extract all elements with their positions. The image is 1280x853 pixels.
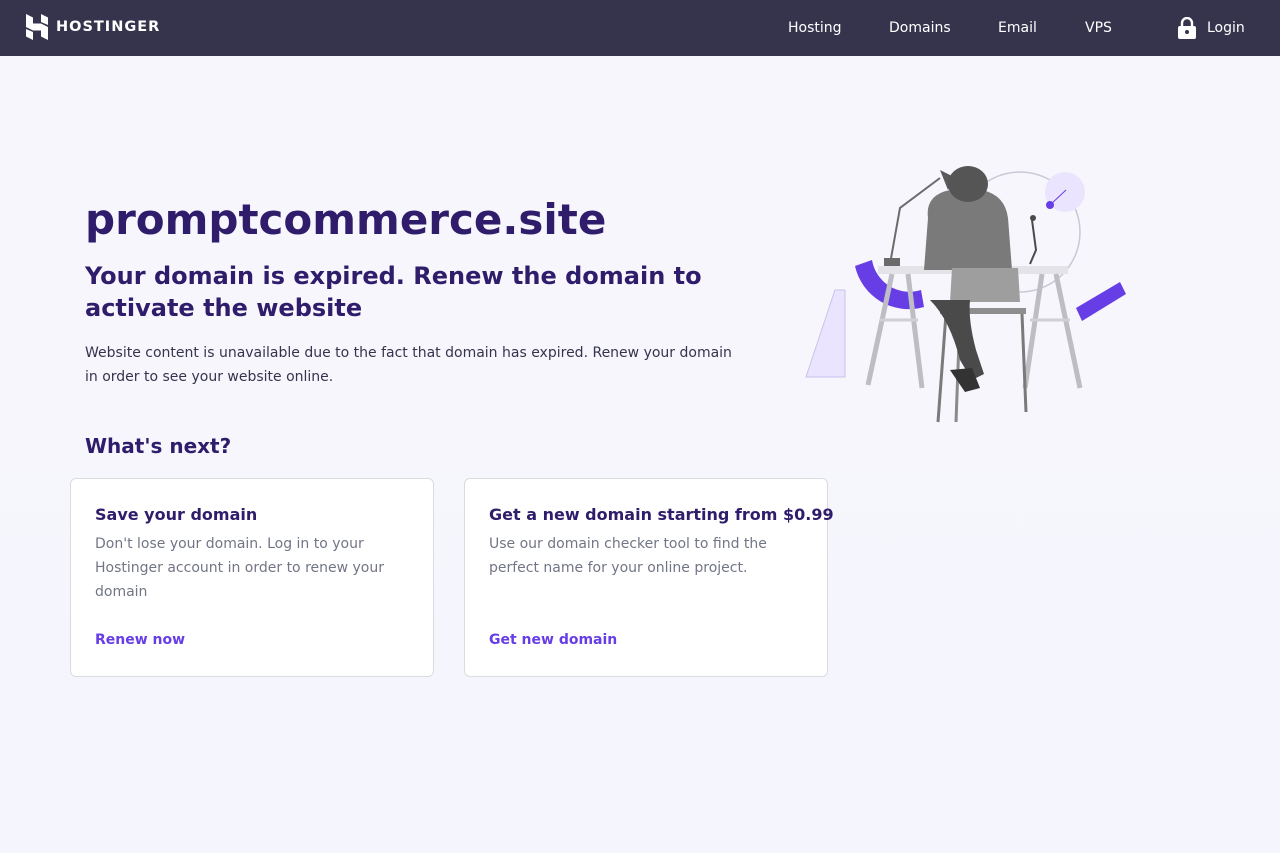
domain-title: promptcommerce.site	[85, 195, 607, 244]
nav-link-domains[interactable]: Domains	[889, 18, 951, 38]
card-text: Don't lose your domain. Log in to your H…	[95, 536, 384, 600]
login-label: Login	[1207, 20, 1245, 36]
brand-name: HOSTINGER	[56, 19, 161, 35]
nav-link-hosting[interactable]: Hosting	[788, 18, 842, 38]
expired-description: Website content is unavailable due to th…	[85, 345, 732, 385]
whats-next-heading: What's next?	[85, 434, 232, 458]
hostinger-logo-icon	[26, 14, 48, 40]
card-title: Get a new domain starting from $0.99	[489, 505, 834, 524]
card-text: Use our domain checker tool to find the …	[489, 536, 767, 576]
save-domain-card: Save your domain Don't lose your domain.…	[70, 478, 434, 677]
get-new-domain-link[interactable]: Get new domain	[489, 628, 617, 652]
renew-now-link[interactable]: Renew now	[95, 628, 185, 652]
person-at-desk-illustration	[805, 166, 1126, 423]
lock-icon	[1178, 17, 1196, 39]
new-domain-card: Get a new domain starting from $0.99 Use…	[464, 478, 834, 677]
card-title: Save your domain	[95, 505, 258, 524]
expired-headline: Your domain is expired. Renew the domain…	[85, 262, 702, 322]
login-button[interactable]: Login	[1177, 16, 1245, 40]
top-navbar: HOSTINGER Hosting Domains Email VPS Logi…	[0, 0, 1280, 56]
nav-link-vps[interactable]: VPS	[1085, 18, 1112, 38]
hostinger-logo[interactable]: HOSTINGER	[26, 14, 160, 40]
nav-link-email[interactable]: Email	[998, 18, 1037, 38]
